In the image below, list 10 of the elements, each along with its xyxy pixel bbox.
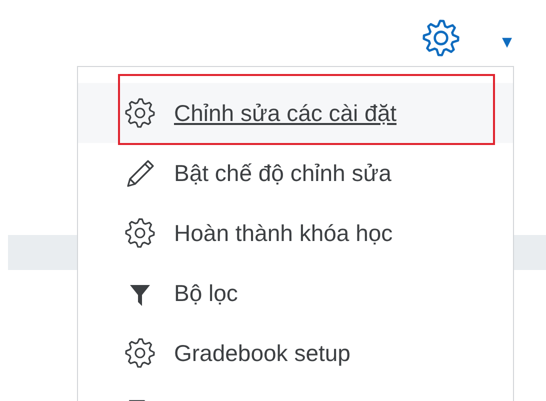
menu-item[interactable]: Bật chế độ chỉnh sửa [78,143,513,203]
dropdown-caret[interactable]: ▾ [498,30,516,54]
menu-item[interactable]: Chỉnh sửa các cài đặt [78,83,513,143]
menu-item[interactable]: Hoàn thành khóa học [78,203,513,263]
gear-icon [124,217,156,249]
pencil-icon [124,157,156,189]
menu-item[interactable]: Gradebook setup [78,323,513,383]
menu-item[interactable]: Bộ lọc [78,263,513,323]
gear-icon [124,97,156,129]
gear-icon [124,337,156,369]
